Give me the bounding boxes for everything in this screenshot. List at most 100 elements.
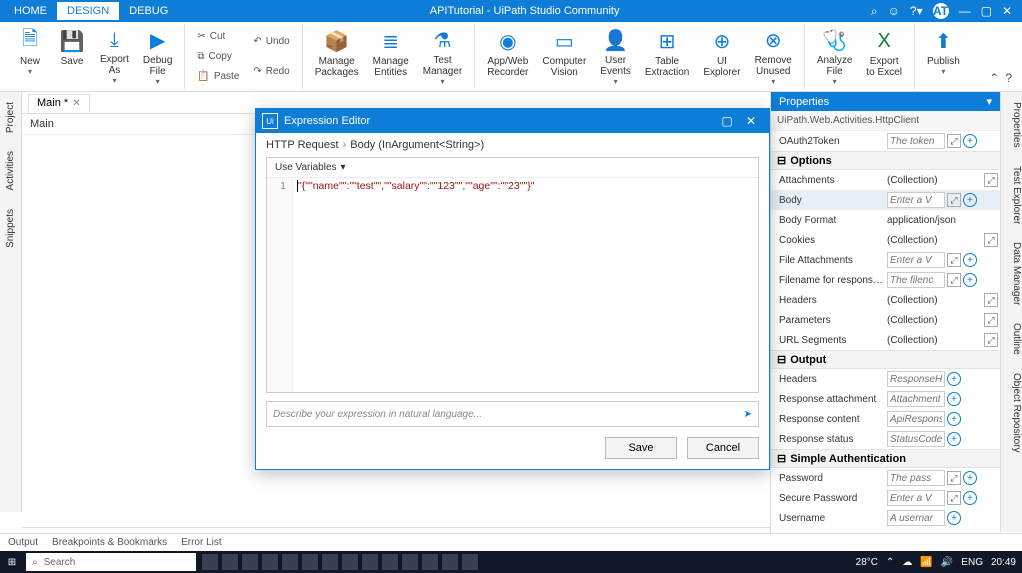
property-row[interactable]: Response attachment+: [771, 389, 1000, 409]
wifi-icon[interactable]: 📶: [920, 557, 932, 568]
expand-icon[interactable]: ⤢: [984, 293, 998, 307]
expand-icon[interactable]: ⤢: [984, 173, 998, 187]
rail-snippets[interactable]: Snippets: [5, 203, 16, 254]
dialog-titlebar[interactable]: Ui Expression Editor ▢ ✕: [256, 109, 769, 133]
taskbar-app[interactable]: [302, 554, 318, 570]
property-row[interactable]: Response content+: [771, 409, 1000, 429]
expand-icon[interactable]: ⤢: [947, 253, 961, 267]
rail-test-explorer[interactable]: Test Explorer: [1001, 160, 1022, 230]
taskbar-app[interactable]: [422, 554, 438, 570]
undo-button[interactable]: ↶Undo: [251, 35, 291, 48]
expand-icon[interactable]: ⤢: [984, 233, 998, 247]
taskbar-app[interactable]: [382, 554, 398, 570]
property-value-input[interactable]: [887, 510, 945, 526]
copy-button[interactable]: ⧉Copy: [195, 50, 241, 63]
export-as-button[interactable]: ⤓Export As▾: [94, 26, 135, 87]
rail-activities[interactable]: Activities: [5, 145, 16, 196]
analyze-file-button[interactable]: 🩺Analyze File▾: [811, 26, 859, 87]
property-row[interactable]: Filename for response at...⤢+: [771, 270, 1000, 290]
property-value-input[interactable]: [887, 371, 945, 387]
property-value-input[interactable]: [887, 192, 945, 208]
panel-options-icon[interactable]: ▾: [986, 95, 992, 108]
sound-icon[interactable]: 🔊: [941, 557, 953, 568]
property-value-input[interactable]: [887, 470, 945, 486]
plus-icon[interactable]: +: [947, 372, 961, 386]
plus-icon[interactable]: +: [947, 392, 961, 406]
property-section-header[interactable]: ⊟ Output: [771, 350, 1000, 369]
plus-icon[interactable]: +: [963, 471, 977, 485]
status-errorlist[interactable]: Error List: [181, 537, 222, 548]
rail-object-repository[interactable]: Object Repository: [1001, 367, 1022, 458]
language[interactable]: ENG: [961, 557, 983, 568]
property-row[interactable]: Body Formatapplication/json: [771, 210, 1000, 230]
computer-vision-button[interactable]: ▭Computer Vision: [536, 26, 592, 87]
rail-data-manager[interactable]: Data Manager: [1001, 236, 1022, 311]
taskbar-app[interactable]: [282, 554, 298, 570]
taskbar-app[interactable]: [402, 554, 418, 570]
app-web-recorder-button[interactable]: ◉App/Web Recorder: [481, 26, 534, 87]
export-excel-button[interactable]: XExport to Excel: [860, 26, 908, 87]
use-variables-dropdown[interactable]: Use Variables▾: [267, 158, 758, 178]
rail-outline[interactable]: Outline: [1001, 317, 1022, 361]
property-value-input[interactable]: [887, 431, 945, 447]
expand-icon[interactable]: ⤢: [984, 333, 998, 347]
expand-icon[interactable]: ⤢: [947, 471, 961, 485]
plus-icon[interactable]: +: [947, 511, 961, 525]
property-value-input[interactable]: [887, 133, 945, 149]
property-value-input[interactable]: [887, 252, 945, 268]
user-events-button[interactable]: 👤User Events▾: [594, 26, 637, 87]
plus-icon[interactable]: +: [963, 273, 977, 287]
new-button[interactable]: 🗎New▾: [10, 26, 50, 87]
property-value-input[interactable]: [887, 490, 945, 506]
property-row[interactable]: Response status+: [771, 429, 1000, 449]
ribbon-collapse[interactable]: ⌃ ?: [983, 24, 1018, 89]
property-row[interactable]: Headers+: [771, 369, 1000, 389]
debug-file-button[interactable]: ▶Debug File▾: [137, 26, 178, 87]
remove-unused-button[interactable]: ⊗Remove Unused▾: [749, 26, 798, 87]
plus-icon[interactable]: +: [963, 193, 977, 207]
plus-icon[interactable]: +: [963, 134, 977, 148]
designer-tab-main[interactable]: Main * ✕: [28, 94, 90, 111]
redo-button[interactable]: ↷Redo: [251, 65, 291, 78]
property-row[interactable]: Secure Password⤢+: [771, 488, 1000, 508]
status-breakpoints[interactable]: Breakpoints & Bookmarks: [52, 537, 167, 548]
taskbar-app[interactable]: [202, 554, 218, 570]
property-section-header[interactable]: ⊟ Options: [771, 151, 1000, 170]
expand-icon[interactable]: ⤢: [947, 491, 961, 505]
nl-send-icon[interactable]: ➤: [744, 409, 752, 420]
onedrive-icon[interactable]: ☁: [902, 557, 912, 568]
feedback-icon[interactable]: ☺: [888, 4, 900, 18]
menu-tab-design[interactable]: DESIGN: [57, 2, 119, 20]
plus-icon[interactable]: +: [963, 253, 977, 267]
property-row[interactable]: URL Segments(Collection)⤢: [771, 330, 1000, 350]
taskbar-app[interactable]: [362, 554, 378, 570]
test-manager-button[interactable]: ⚗Test Manager▾: [417, 26, 468, 87]
nl-expression-input[interactable]: Describe your expression in natural lang…: [266, 401, 759, 427]
property-row[interactable]: Headers(Collection)⤢: [771, 290, 1000, 310]
manage-packages-button[interactable]: 📦Manage Packages: [309, 26, 365, 87]
property-row[interactable]: Parameters(Collection)⤢: [771, 310, 1000, 330]
property-row[interactable]: OAuth2Token⤢+: [771, 131, 1000, 151]
taskbar-app[interactable]: [342, 554, 358, 570]
taskbar-app[interactable]: [242, 554, 258, 570]
minimize-icon[interactable]: —: [959, 4, 971, 18]
menu-tab-debug[interactable]: DEBUG: [119, 2, 178, 20]
taskbar-app[interactable]: [462, 554, 478, 570]
maximize-icon[interactable]: ▢: [981, 4, 992, 18]
plus-icon[interactable]: +: [947, 432, 961, 446]
search-icon[interactable]: ⌕: [871, 4, 878, 19]
taskbar-app[interactable]: [442, 554, 458, 570]
save-button[interactable]: 💾Save: [52, 26, 92, 87]
menu-tab-home[interactable]: HOME: [4, 2, 57, 20]
weather[interactable]: 28°C: [856, 557, 878, 568]
property-value-input[interactable]: [887, 272, 945, 288]
property-row[interactable]: Attachments(Collection)⤢: [771, 170, 1000, 190]
code-editor[interactable]: 1 "{""name"":""test"",""salary"":""123""…: [267, 178, 758, 392]
save-button[interactable]: Save: [605, 437, 677, 459]
rail-properties[interactable]: Properties: [1001, 96, 1022, 154]
property-row[interactable]: Password⤢+: [771, 468, 1000, 488]
plus-icon[interactable]: +: [947, 412, 961, 426]
table-extraction-button[interactable]: ⊞Table Extraction: [639, 26, 695, 87]
taskbar-app[interactable]: [222, 554, 238, 570]
close-icon[interactable]: ✕: [1002, 4, 1012, 18]
